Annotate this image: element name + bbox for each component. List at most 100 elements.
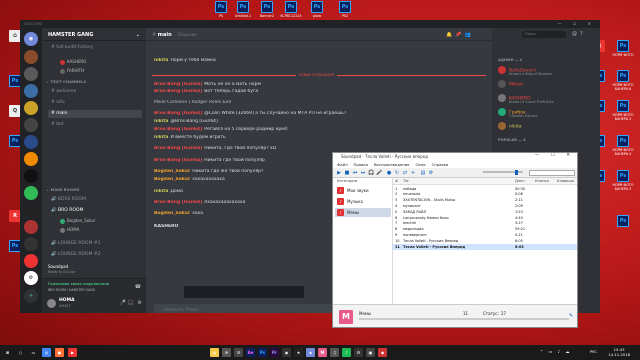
desktop-icon-ps2[interactable]: Ps PS2 (332, 1, 358, 18)
voice-channel-boss[interactable]: 🔊 BOSS ROOM (48, 196, 142, 204)
browser-icon[interactable]: ● (55, 348, 64, 357)
menu-item[interactable]: Воспроизведение (374, 162, 410, 167)
message-author[interactable]: KASHERO (154, 224, 178, 229)
app-icon[interactable]: ▣ (366, 348, 375, 357)
voice-user[interactable]: KASHERO (60, 59, 86, 65)
column-header[interactable]: Тег (403, 179, 409, 183)
youtube-icon[interactable]: ▶ (68, 348, 77, 357)
message-author[interactable]: Bros-Bang [Gun64] (154, 146, 202, 151)
previous-icon[interactable]: ⏮ (352, 170, 358, 176)
task-view-icon[interactable]: ▭ (29, 348, 38, 357)
server-icon-8[interactable] (24, 169, 38, 183)
desktop-icon-banner2[interactable]: Ps Banner2 (254, 1, 280, 18)
voice-channel-lounge-2[interactable]: 🔊 LOUNGE ROOM #2 (48, 251, 142, 259)
microphone-icon[interactable]: 🎤 (120, 300, 126, 306)
gear-icon[interactable]: ⚙ (138, 300, 142, 306)
desktop-icon-ps-r6[interactable]: Ps (610, 215, 636, 228)
desktop-icon-banner4[interactable]: Ps НОРМ ФОТО БАНЕРА 4 (610, 135, 636, 156)
category-item[interactable]: ♪ Мои звуки (335, 186, 391, 195)
message-author[interactable]: Bros-Bang [Gun64] (154, 127, 202, 132)
server-icon-14[interactable]: ⚙ (24, 271, 38, 285)
app-icon[interactable]: ⚙ (354, 348, 363, 357)
help-icon[interactable]: @? (572, 31, 586, 37)
table-row[interactable]: 1 победа 00:30 (393, 186, 577, 192)
window-controls[interactable]: — ☐ ✕ (535, 153, 575, 158)
server-icon-7[interactable] (24, 152, 38, 166)
play-icon[interactable]: ▶ (336, 170, 342, 176)
soundpad-icon[interactable]: M (318, 348, 327, 357)
windows-start-icon[interactable]: ⊞ (3, 348, 12, 357)
pen-icon[interactable]: ✎ (569, 313, 573, 319)
server-icon-12[interactable] (24, 237, 38, 251)
search-icon[interactable]: ○ (16, 348, 25, 357)
table-row[interactable]: 11 Тесла Volleti - Русские Вперед 6:03 (393, 244, 577, 250)
menu-item[interactable]: Файл (337, 162, 348, 167)
desktop-icon-banner3[interactable]: Ps НОРМ ФОТО БАНЕРА 3 (610, 170, 636, 191)
server-name[interactable]: HAMSTER GANG ⌄ (42, 28, 146, 41)
message-author[interactable]: nikita (154, 135, 168, 140)
desktop-icon-untitled[interactable]: Ps Untitled-1 (230, 1, 256, 18)
server-icon-3[interactable] (24, 84, 38, 98)
steam-icon[interactable]: ◉ (282, 348, 291, 357)
server-icon-1[interactable] (24, 50, 38, 64)
channel-bot[interactable]: # bot (48, 121, 142, 129)
message-author[interactable]: nikita (154, 189, 168, 194)
desktop-icon-kcp[interactable]: Ps KCP6C12225 (278, 1, 304, 18)
language-indicator[interactable]: РУС (590, 350, 597, 354)
message-author[interactable]: Bogdan_Sokur (154, 211, 190, 216)
menu-item[interactable]: Правка (354, 162, 368, 167)
server-icon-9[interactable] (24, 186, 38, 200)
menu-item[interactable]: Окно (416, 162, 426, 167)
table-row[interactable]: 3 XXXTENTACION - Skulls Mulsa 2:11 (393, 198, 577, 204)
table-row[interactable]: 7 electrik 3:27 (393, 221, 577, 227)
stop-icon[interactable]: ■ (344, 170, 350, 176)
server-icon-10[interactable] (24, 203, 38, 217)
channel-welcome[interactable]: # welcome (48, 88, 142, 96)
add-icon[interactable]: + (410, 170, 416, 176)
server-icon-4[interactable] (24, 101, 38, 115)
discord-icon[interactable]: ◈ (306, 348, 315, 357)
message-author[interactable]: Bros-Bang [Gun64] (154, 158, 202, 163)
channel-info[interactable]: # info (48, 99, 142, 107)
headphones-icon[interactable]: 🎧 (368, 170, 374, 176)
microphone-icon[interactable]: 🎤 (376, 170, 382, 176)
photoshop-icon[interactable]: Ps (258, 348, 267, 357)
table-row[interactable]: 5 ЗАКАД РАЙЛ 1:53 (393, 209, 577, 215)
message-author[interactable]: nikita (154, 58, 168, 63)
message-author[interactable]: Bogdan_Sokur (154, 169, 190, 174)
category-item[interactable]: ♪ Мемы (335, 208, 391, 217)
embed-image[interactable] (184, 286, 304, 298)
member-item[interactable]: KASHERO Играет в Grand Theft Auto (498, 94, 554, 106)
member-item[interactable]: Mithor (498, 80, 523, 92)
desktop-icon-banner6[interactable]: Ps НОРМ ФОТО БАНЕРА 6 (610, 70, 636, 91)
search-input[interactable] (529, 170, 575, 176)
progress-track[interactable] (359, 318, 569, 320)
server-icon-13[interactable] (24, 254, 38, 268)
column-header[interactable]: Клавиша (557, 179, 574, 183)
table-row[interactable]: 4 музыкант 2:09 (393, 203, 577, 209)
server-icon-5[interactable] (24, 118, 38, 132)
member-item[interactable]: BullsZaverri Играет в Blog of Blyadam (498, 66, 552, 78)
message-author[interactable]: Bros-Bang [Gun64] (154, 82, 202, 87)
folder-icon[interactable]: ▤ (420, 170, 426, 176)
avatar[interactable] (47, 299, 56, 308)
channel-main[interactable]: # main (48, 110, 142, 118)
message-author[interactable]: Bros-Bang [Gun64] (154, 200, 202, 205)
settings-icon[interactable]: ⚙ (428, 170, 434, 176)
app-icon[interactable]: ✉ (222, 348, 231, 357)
search-input[interactable]: Поиск (522, 31, 566, 38)
message-author[interactable]: Bros-Bang [Gun64] (154, 89, 202, 94)
voice-user[interactable]: HOMA (60, 227, 79, 233)
column-header[interactable]: # (395, 179, 398, 183)
app-icon[interactable]: ♪ (342, 348, 351, 357)
category-text-channels[interactable]: ⌄ TEXT CHANNELS (46, 80, 86, 84)
table-row[interactable]: 8 медитация 59:21 (393, 227, 577, 233)
table-row[interactable]: 2 печалька 0:06 (393, 192, 577, 198)
column-header[interactable]: Длит. (515, 179, 526, 183)
window-controls[interactable]: — ☐ ✕ (558, 21, 596, 26)
app-icon[interactable]: ★ (294, 348, 303, 357)
header-icons[interactable]: 🔔📌👥 (446, 32, 474, 38)
disconnect-icon[interactable]: ☎ (135, 284, 141, 290)
message-author[interactable]: nikita (154, 119, 168, 124)
headphones-icon[interactable]: 🎧 (128, 300, 134, 306)
